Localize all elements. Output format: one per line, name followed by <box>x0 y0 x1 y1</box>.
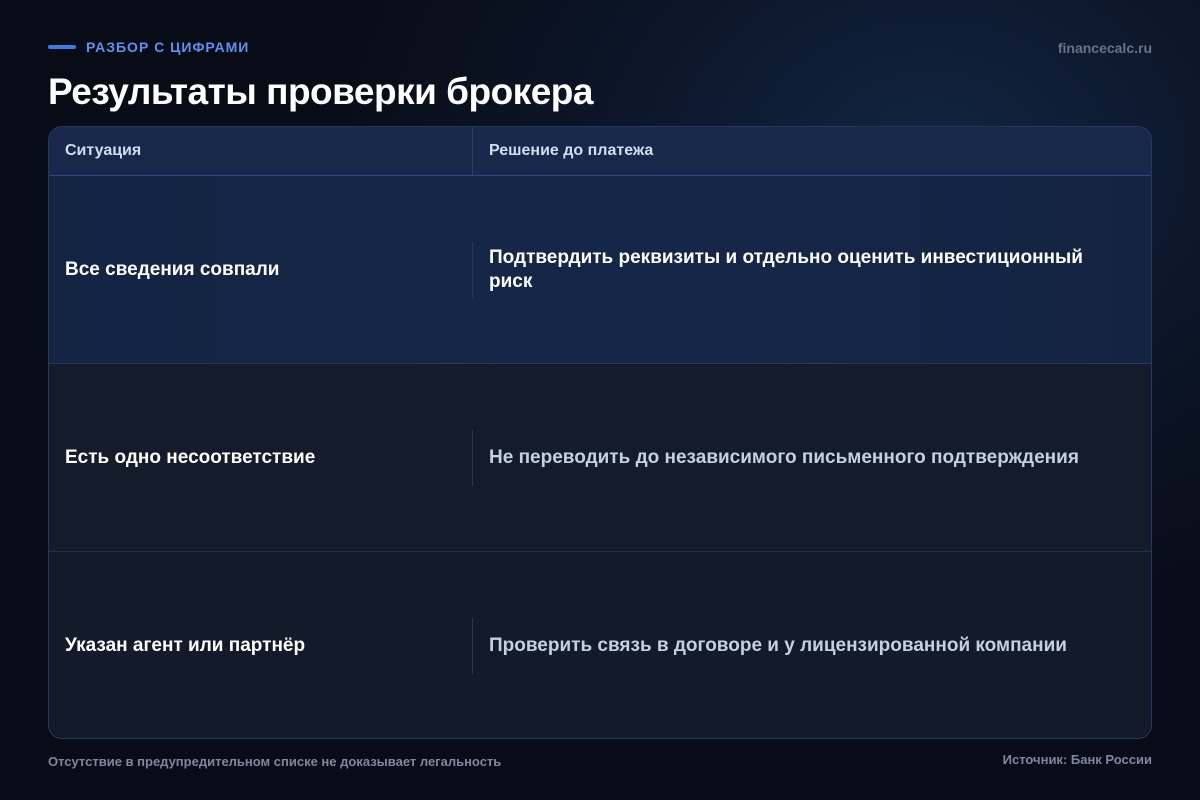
column-header-decision: Решение до платежа <box>489 142 654 159</box>
table-row: Есть одно несоответствие Не переводить д… <box>49 364 1151 552</box>
eyebrow: РАЗБОР С ЦИФРАМИ <box>48 39 249 55</box>
comparison-table: Ситуация Решение до платежа Все сведения… <box>48 126 1152 739</box>
decision-cell: Проверить связь в договоре и у лицензиро… <box>489 634 1067 656</box>
table-header: Ситуация Решение до платежа <box>49 127 1151 176</box>
eyebrow-label: РАЗБОР С ЦИФРАМИ <box>86 39 250 55</box>
decision-cell: Не переводить до независимого письменног… <box>489 446 1079 468</box>
column-header-situation: Ситуация <box>49 127 473 175</box>
table-row: Все сведения совпали Подтвердить реквизи… <box>49 176 1151 364</box>
situation-cell: Все сведения совпали <box>65 258 280 280</box>
decision-cell: Подтвердить реквизиты и отдельно оценить… <box>489 246 1083 292</box>
eyebrow-accent-line <box>48 45 76 49</box>
site-name: financecalc.ru <box>1057 40 1152 56</box>
footnote: Отсутствие в предупредительном списке не… <box>48 754 502 769</box>
situation-cell: Есть одно несоответствие <box>65 446 316 468</box>
situation-cell: Указан агент или партнёр <box>65 634 306 656</box>
source-credit: Источник: Банк России <box>1002 752 1152 767</box>
page-title: Результаты проверки брокера <box>48 71 593 112</box>
table-row: Указан агент или партнёр Проверить связь… <box>49 552 1151 738</box>
